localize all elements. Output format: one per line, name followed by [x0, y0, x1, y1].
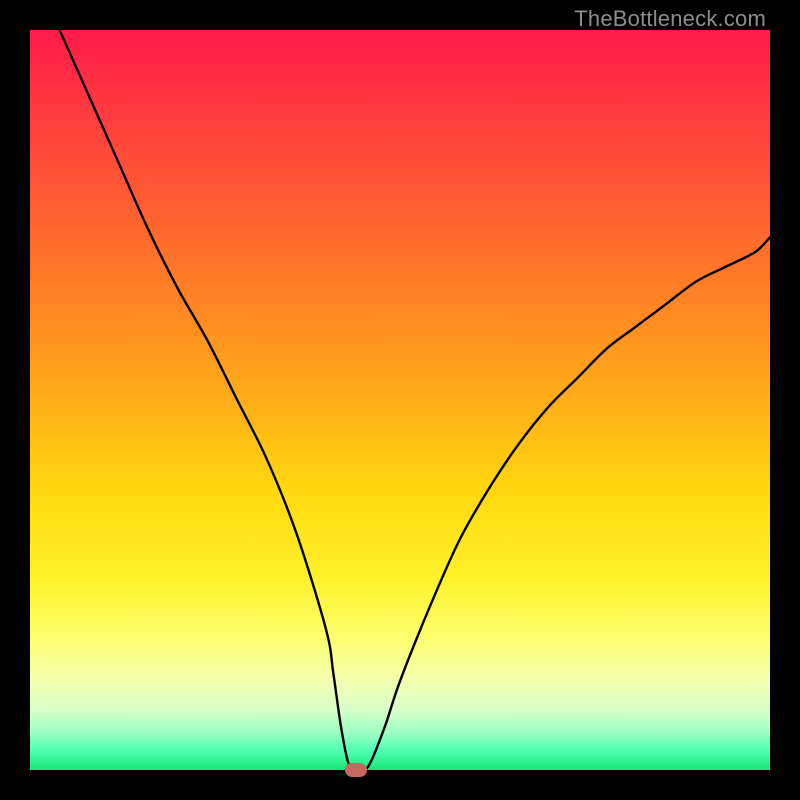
plot-area — [30, 30, 770, 770]
optimal-marker — [345, 763, 367, 777]
bottleneck-curve — [30, 30, 770, 770]
watermark-text: TheBottleneck.com — [574, 6, 766, 32]
chart-frame: TheBottleneck.com — [0, 0, 800, 800]
